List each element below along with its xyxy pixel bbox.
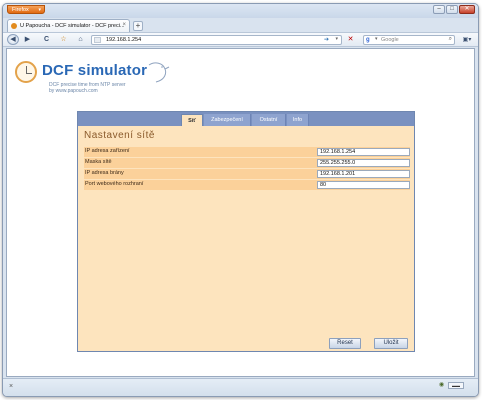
form-row-web-port: Port webového rozhraní bbox=[84, 180, 410, 190]
clock-icon bbox=[15, 61, 37, 83]
web-port-field[interactable] bbox=[317, 181, 410, 189]
minimize-button[interactable]: – bbox=[433, 5, 445, 14]
status-bar: × ◉ ▬▬ bbox=[3, 378, 478, 396]
form-row-ip-address: IP adresa zařízení bbox=[84, 147, 410, 157]
close-icon[interactable]: × bbox=[9, 383, 13, 390]
netmask-field[interactable] bbox=[317, 159, 410, 167]
status-icons: ◉ ▬▬ bbox=[438, 382, 464, 389]
stop-button[interactable]: ✕ bbox=[345, 35, 356, 45]
dcf-logo: DCF simulator DCF precise time from NTP … bbox=[15, 61, 185, 101]
window-controls: – □ ✕ bbox=[433, 5, 475, 15]
parrot-icon bbox=[148, 62, 170, 83]
url-bar[interactable]: 192.168.1.254 ➔ ▾ bbox=[91, 35, 342, 45]
tab-sit[interactable]: Síť bbox=[181, 114, 203, 126]
tab-close-icon[interactable]: × bbox=[122, 22, 126, 28]
addon-icon[interactable]: ◉ bbox=[438, 382, 445, 389]
search-icon[interactable]: ⌕ bbox=[449, 36, 452, 43]
tab-strip: U Papoucha - DCF simulator - DCF preci..… bbox=[3, 18, 478, 32]
search-bar[interactable]: g ▾ Google ⌕ bbox=[363, 35, 455, 45]
maximize-button[interactable]: □ bbox=[446, 5, 458, 14]
tab-zabezpeceni[interactable]: Zabezpečení bbox=[204, 114, 251, 126]
logo-title: DCF simulator bbox=[42, 62, 148, 79]
settings-panel: Síť Zabezpečení Ostatní Info Nastavení s… bbox=[77, 111, 415, 352]
form-row-netmask: Maska sítě bbox=[84, 158, 410, 168]
favicon-icon bbox=[11, 23, 17, 29]
url-dropdown-icon[interactable]: ▾ bbox=[335, 36, 338, 42]
ip-address-field[interactable] bbox=[317, 148, 410, 156]
firefox-menu-button[interactable]: Firefox ▾ bbox=[7, 5, 45, 14]
netmask-label: Maska sítě bbox=[85, 159, 112, 165]
forward-button[interactable]: ▶ bbox=[22, 35, 33, 45]
page-content: DCF simulator DCF precise time from NTP … bbox=[6, 48, 475, 377]
back-button[interactable]: ◀ bbox=[7, 34, 19, 45]
chevron-down-icon: ▾ bbox=[38, 7, 41, 13]
addon-bar-toggle[interactable]: ▬▬ bbox=[448, 382, 464, 389]
navigation-bar: ◀ ▶ C ☆ ⌂ 192.168.1.254 ➔ ▾ ✕ g ▾ Google… bbox=[3, 32, 478, 47]
reload-button[interactable]: C bbox=[41, 35, 52, 45]
firefox-button-label: Firefox bbox=[12, 7, 29, 13]
logo-website: by www.papouch.com bbox=[49, 88, 98, 94]
url-text[interactable]: 192.168.1.254 bbox=[106, 37, 141, 43]
title-bar: Firefox ▾ – □ ✕ bbox=[3, 4, 478, 18]
bookmark-icon[interactable]: ☆ bbox=[58, 35, 69, 45]
new-tab-button[interactable]: + bbox=[133, 21, 143, 31]
home-button[interactable]: ⌂ bbox=[75, 35, 86, 45]
browser-tab[interactable]: U Papoucha - DCF simulator - DCF preci..… bbox=[7, 19, 130, 32]
tab-ostatni[interactable]: Ostatní bbox=[252, 114, 286, 126]
menu-button[interactable]: ▣▾ bbox=[460, 35, 474, 45]
site-identity-icon[interactable] bbox=[94, 37, 101, 43]
gateway-field[interactable] bbox=[317, 170, 410, 178]
close-window-button[interactable]: ✕ bbox=[459, 5, 475, 14]
web-port-label: Port webového rozhraní bbox=[85, 181, 144, 187]
tab-title: U Papoucha - DCF simulator - DCF preci..… bbox=[20, 23, 125, 29]
panel-tab-bar: Síť Zabezpečení Ostatní Info bbox=[78, 112, 414, 126]
google-icon[interactable]: g bbox=[366, 37, 373, 44]
search-engine-dropdown-icon[interactable]: ▾ bbox=[375, 36, 378, 42]
search-input[interactable]: Google bbox=[381, 37, 399, 43]
form-row-gateway: IP adresa brány bbox=[84, 169, 410, 179]
section-title: Nastavení sítě bbox=[84, 130, 155, 141]
go-arrow-icon[interactable]: ➔ bbox=[324, 36, 329, 43]
gateway-label: IP adresa brány bbox=[85, 170, 124, 176]
tab-info[interactable]: Info bbox=[287, 114, 309, 126]
save-button[interactable]: Uložit bbox=[374, 338, 408, 349]
reset-button[interactable]: Reset bbox=[329, 338, 361, 349]
ip-address-label: IP adresa zařízení bbox=[85, 148, 130, 154]
browser-window: Firefox ▾ – □ ✕ U Papoucha - DCF simulat… bbox=[2, 3, 479, 397]
